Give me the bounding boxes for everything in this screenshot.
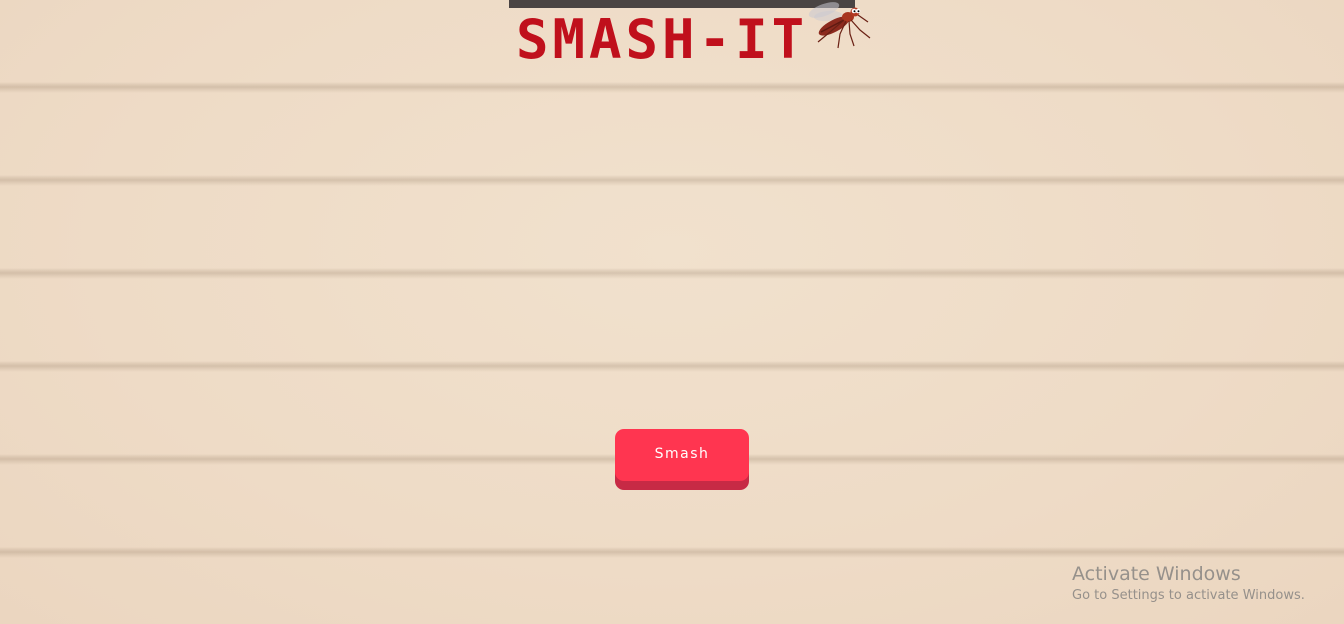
game-logo: SMASH-IT bbox=[512, 2, 872, 71]
game-title: SMASH-IT bbox=[516, 8, 809, 71]
watermark-title: Activate Windows bbox=[1072, 563, 1241, 585]
smash-button[interactable]: Smash bbox=[615, 429, 749, 481]
mosquito-icon bbox=[808, 2, 871, 49]
watermark-subtitle: Go to Settings to activate Windows. bbox=[1072, 588, 1305, 603]
activate-windows-watermark: Activate Windows Go to Settings to activ… bbox=[1072, 563, 1305, 605]
